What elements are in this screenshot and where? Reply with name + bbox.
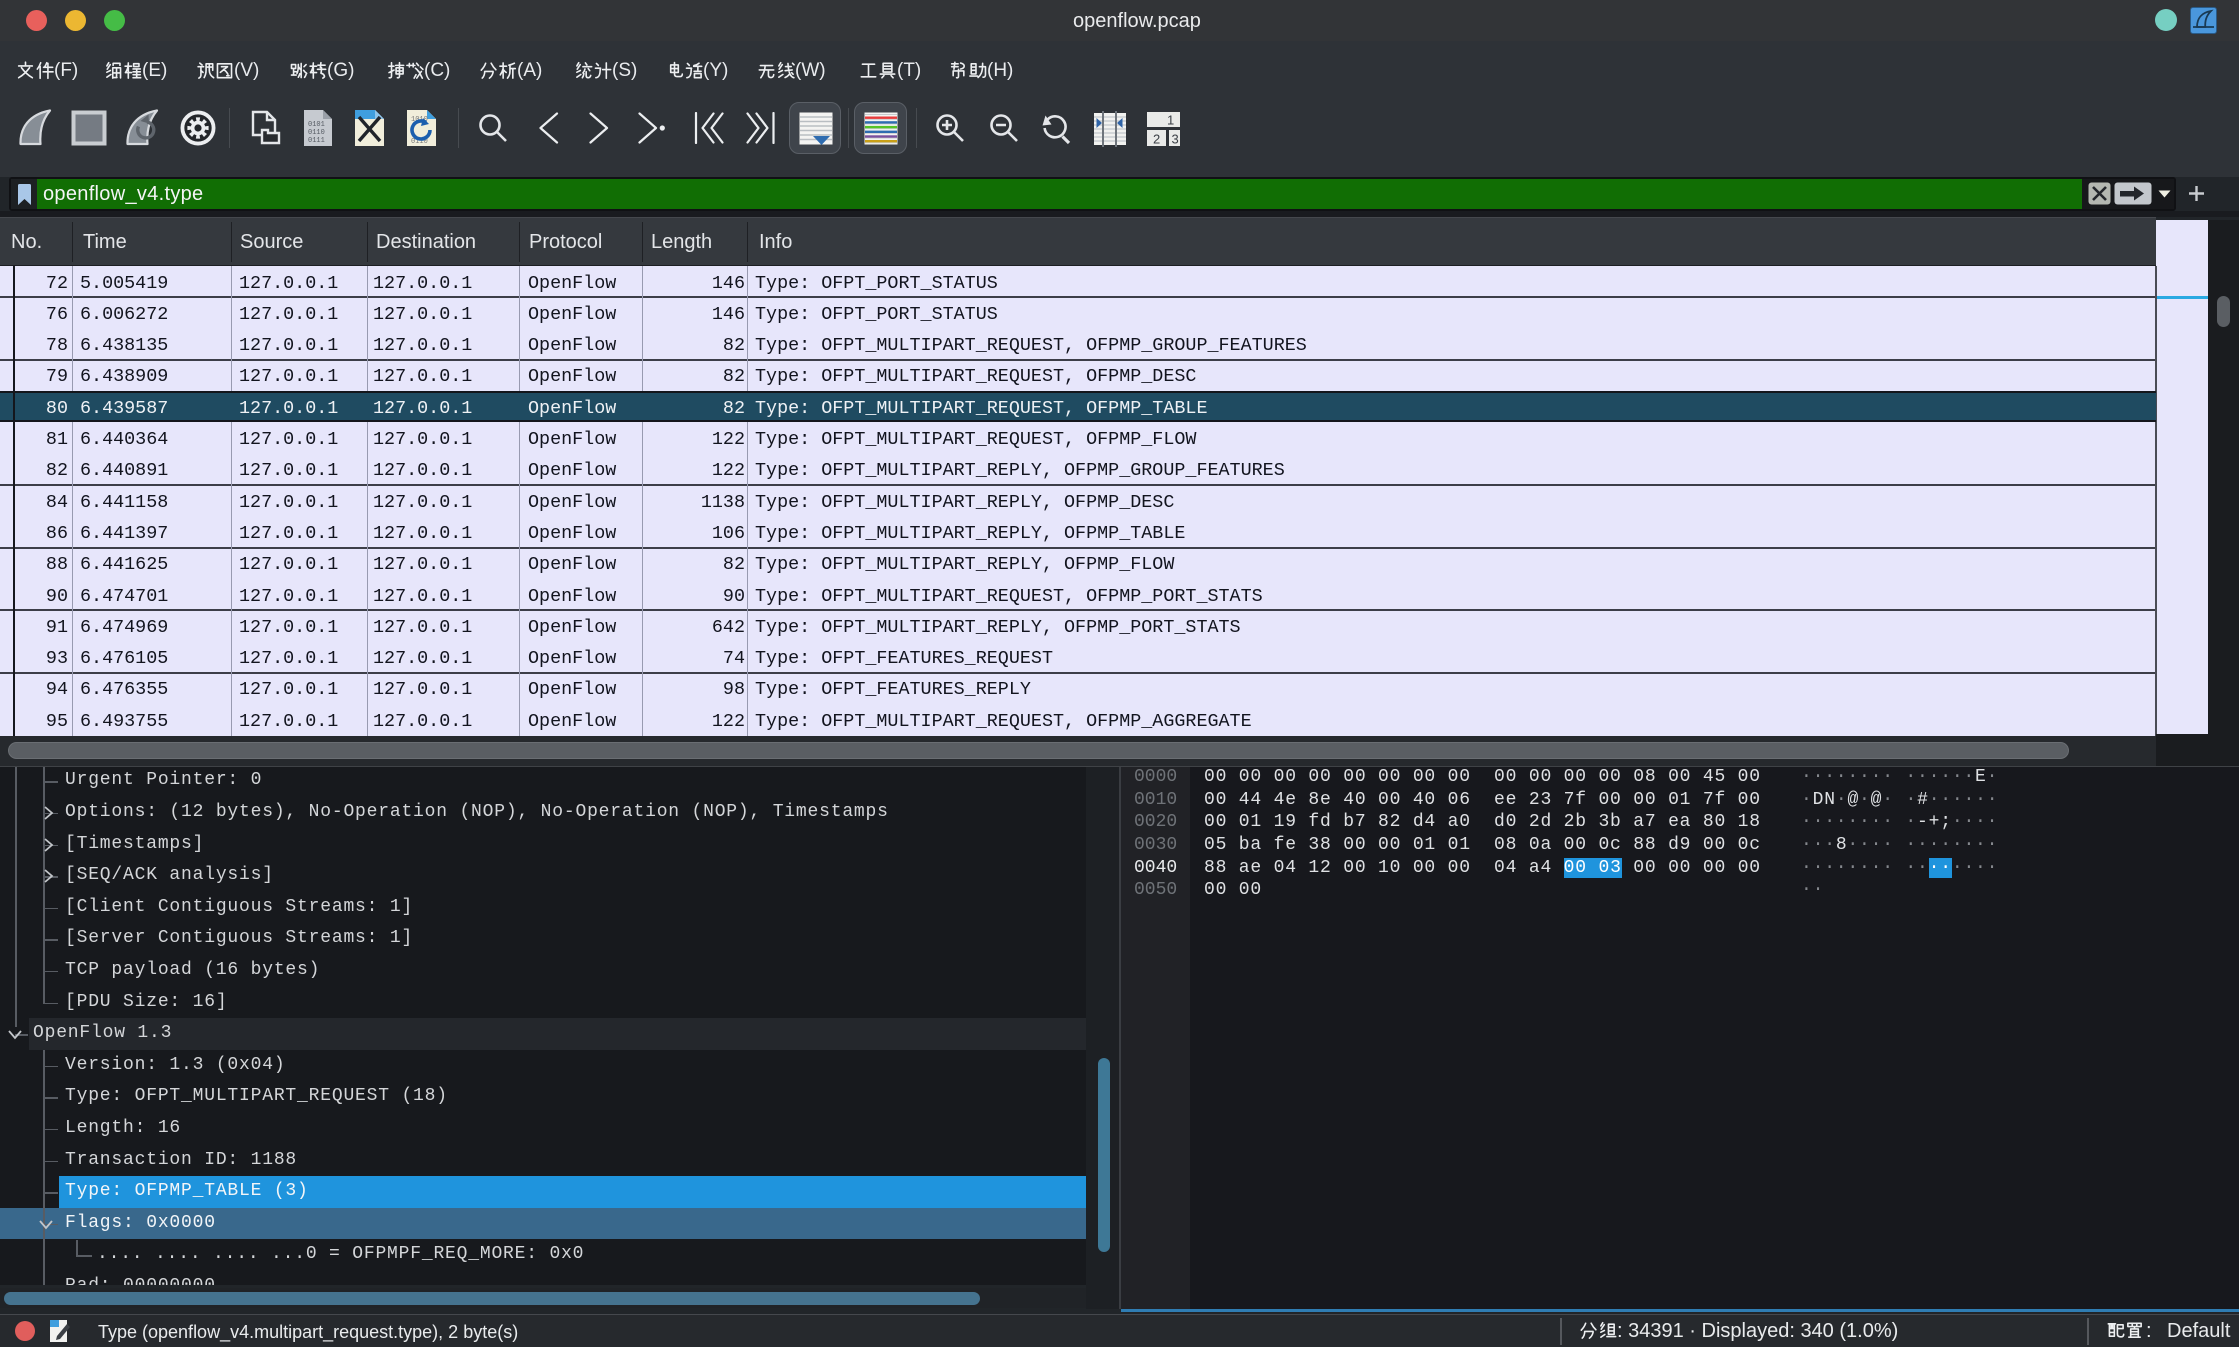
svg-text:1: 1: [1167, 113, 1174, 128]
svg-text:0110: 0110: [308, 129, 325, 137]
svg-text:0101: 0101: [308, 121, 325, 129]
svg-text:3: 3: [1172, 132, 1179, 147]
svg-text:2: 2: [1153, 132, 1160, 147]
svg-text:0111: 0111: [308, 137, 325, 145]
